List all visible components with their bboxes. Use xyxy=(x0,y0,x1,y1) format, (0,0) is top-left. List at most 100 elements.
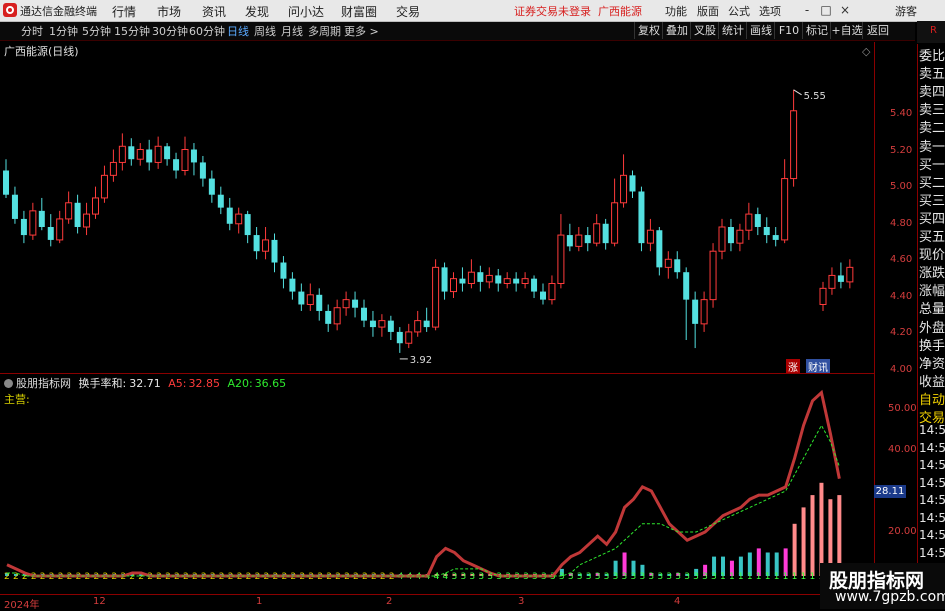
candle xyxy=(280,256,287,289)
candle xyxy=(306,283,314,311)
quote-panel-label[interactable]: 买五 xyxy=(919,226,945,245)
turnover-bar xyxy=(801,507,806,576)
rise-badge[interactable]: 涨 xyxy=(786,359,800,374)
candle-body xyxy=(280,262,287,279)
candle xyxy=(47,214,54,247)
candle xyxy=(432,259,440,331)
candle-body xyxy=(361,307,367,321)
close-button[interactable]: × xyxy=(837,2,853,18)
quote-panel-label[interactable]: 自动 xyxy=(919,389,945,408)
news-badge[interactable]: 财讯 xyxy=(806,359,830,374)
menu-layout[interactable]: 版面 xyxy=(697,3,719,19)
candle xyxy=(837,262,844,289)
main-business-mark: 3 xyxy=(586,572,592,582)
tab-60min[interactable]: 60分钟 xyxy=(189,23,225,39)
minimize-button[interactable]: - xyxy=(799,2,815,18)
candle xyxy=(718,218,726,260)
menu-trade[interactable]: 交易 xyxy=(396,3,420,20)
menu-formula[interactable]: 公式 xyxy=(728,3,750,19)
candle xyxy=(557,214,565,289)
quote-panel-label[interactable]: 卖二 xyxy=(919,117,945,136)
quote-panel-label[interactable]: 涨跌 xyxy=(919,262,945,281)
candle xyxy=(450,272,457,299)
tab-timeshare[interactable]: 分时 xyxy=(21,23,43,39)
overlay-button[interactable]: 叠加 xyxy=(662,22,691,39)
candle-body xyxy=(253,235,260,252)
app-name: 通达信金融终端 xyxy=(20,5,97,18)
add-watchlist-button[interactable]: +自选 xyxy=(830,22,863,39)
quote-panel-label[interactable]: 卖一 xyxy=(919,136,945,155)
menu-market-quotes[interactable]: 行情 xyxy=(112,3,136,20)
main-business-mark: 1 xyxy=(738,572,744,582)
tab-30min[interactable]: 30分钟 xyxy=(152,23,188,39)
candle xyxy=(414,310,422,337)
quote-panel-label[interactable]: 卖五 xyxy=(919,63,945,82)
quote-panel-label[interactable]: 买一 xyxy=(919,154,945,173)
menu-function[interactable]: 功能 xyxy=(665,3,687,19)
candle-body xyxy=(745,213,753,231)
tab-15min[interactable]: 15分钟 xyxy=(114,23,150,39)
menu-market[interactable]: 市场 xyxy=(157,3,181,20)
tab-1min[interactable]: 1分钟 xyxy=(49,23,78,39)
quote-panel-label[interactable]: 涨幅 xyxy=(919,280,945,299)
candle xyxy=(262,227,270,260)
guest-label[interactable]: 游客 xyxy=(895,3,917,19)
candle-body xyxy=(100,174,108,199)
maximize-button[interactable]: □ xyxy=(818,2,834,18)
stats-button[interactable]: 统计 xyxy=(718,22,747,39)
candle xyxy=(289,272,296,300)
quote-panel-label[interactable]: 现价 xyxy=(919,244,945,263)
adjust-button[interactable]: 复权 xyxy=(634,22,663,39)
quote-panel-label[interactable]: 卖三 xyxy=(919,99,945,118)
quote-panel-label[interactable]: 外盘 xyxy=(919,317,945,336)
f10-button[interactable]: F10 xyxy=(774,22,803,39)
tab-multi-period[interactable]: 多周期 xyxy=(308,23,341,39)
candle-body xyxy=(521,278,529,285)
candle xyxy=(83,202,91,236)
candle xyxy=(235,207,243,234)
tab-daily[interactable]: 日线 xyxy=(227,23,249,39)
price-axis-tick: 5.20 xyxy=(890,145,913,156)
menu-news[interactable]: 资讯 xyxy=(202,3,226,20)
draw-line-button[interactable]: 画线 xyxy=(746,22,775,39)
candle xyxy=(674,251,681,279)
candle-body xyxy=(262,239,270,252)
candle-body xyxy=(333,307,341,325)
quote-panel-label[interactable]: 买三 xyxy=(919,190,945,209)
candle-body xyxy=(289,278,296,292)
quote-panel-label[interactable]: 收益 xyxy=(919,371,945,390)
candle-body xyxy=(828,274,836,289)
quote-panel-label[interactable]: 委比 xyxy=(919,45,945,64)
kline-chart[interactable]: 5.55 3.92 xyxy=(0,42,875,373)
quote-panel-label[interactable]: 买四 xyxy=(919,208,945,227)
tab-monthly[interactable]: 月线 xyxy=(281,23,303,39)
quote-panel-label[interactable]: 总量 xyxy=(919,298,945,317)
mark-button[interactable]: 标记 xyxy=(802,22,831,39)
settings-diamond-icon[interactable]: ◇ xyxy=(862,45,870,58)
tab-weekly[interactable]: 周线 xyxy=(254,23,276,39)
candle xyxy=(566,223,573,252)
menu-ask[interactable]: 问小达 xyxy=(288,3,324,20)
quote-panel-label[interactable]: 净资 xyxy=(919,353,945,372)
tab-5min[interactable]: 5分钟 xyxy=(82,23,111,39)
candle xyxy=(29,202,37,240)
candle xyxy=(164,143,171,166)
candle xyxy=(244,210,251,244)
candle xyxy=(664,251,672,279)
quote-panel-label[interactable]: 换手 xyxy=(919,335,945,354)
turnover-indicator-chart[interactable]: 2222222222222222222222222222222222222222… xyxy=(0,378,875,594)
main-business-mark: 3 xyxy=(657,572,663,582)
tab-more[interactable]: 更多 > xyxy=(344,23,379,39)
menu-discover[interactable]: 发现 xyxy=(245,3,269,20)
quote-panel-label[interactable]: 卖四 xyxy=(919,81,945,100)
menu-wealth-circle[interactable]: 财富圈 xyxy=(341,3,377,20)
cross-stock-button[interactable]: 叉股 xyxy=(690,22,719,39)
candle xyxy=(128,138,135,166)
candle-body xyxy=(128,146,135,160)
back-button[interactable]: 返回 xyxy=(862,22,893,39)
main-business-mark: 3 xyxy=(622,572,628,582)
candle-body xyxy=(271,239,278,263)
r-mark[interactable]: R xyxy=(930,25,937,36)
menu-options[interactable]: 选项 xyxy=(759,3,781,19)
quote-panel-label[interactable]: 买二 xyxy=(919,172,945,191)
